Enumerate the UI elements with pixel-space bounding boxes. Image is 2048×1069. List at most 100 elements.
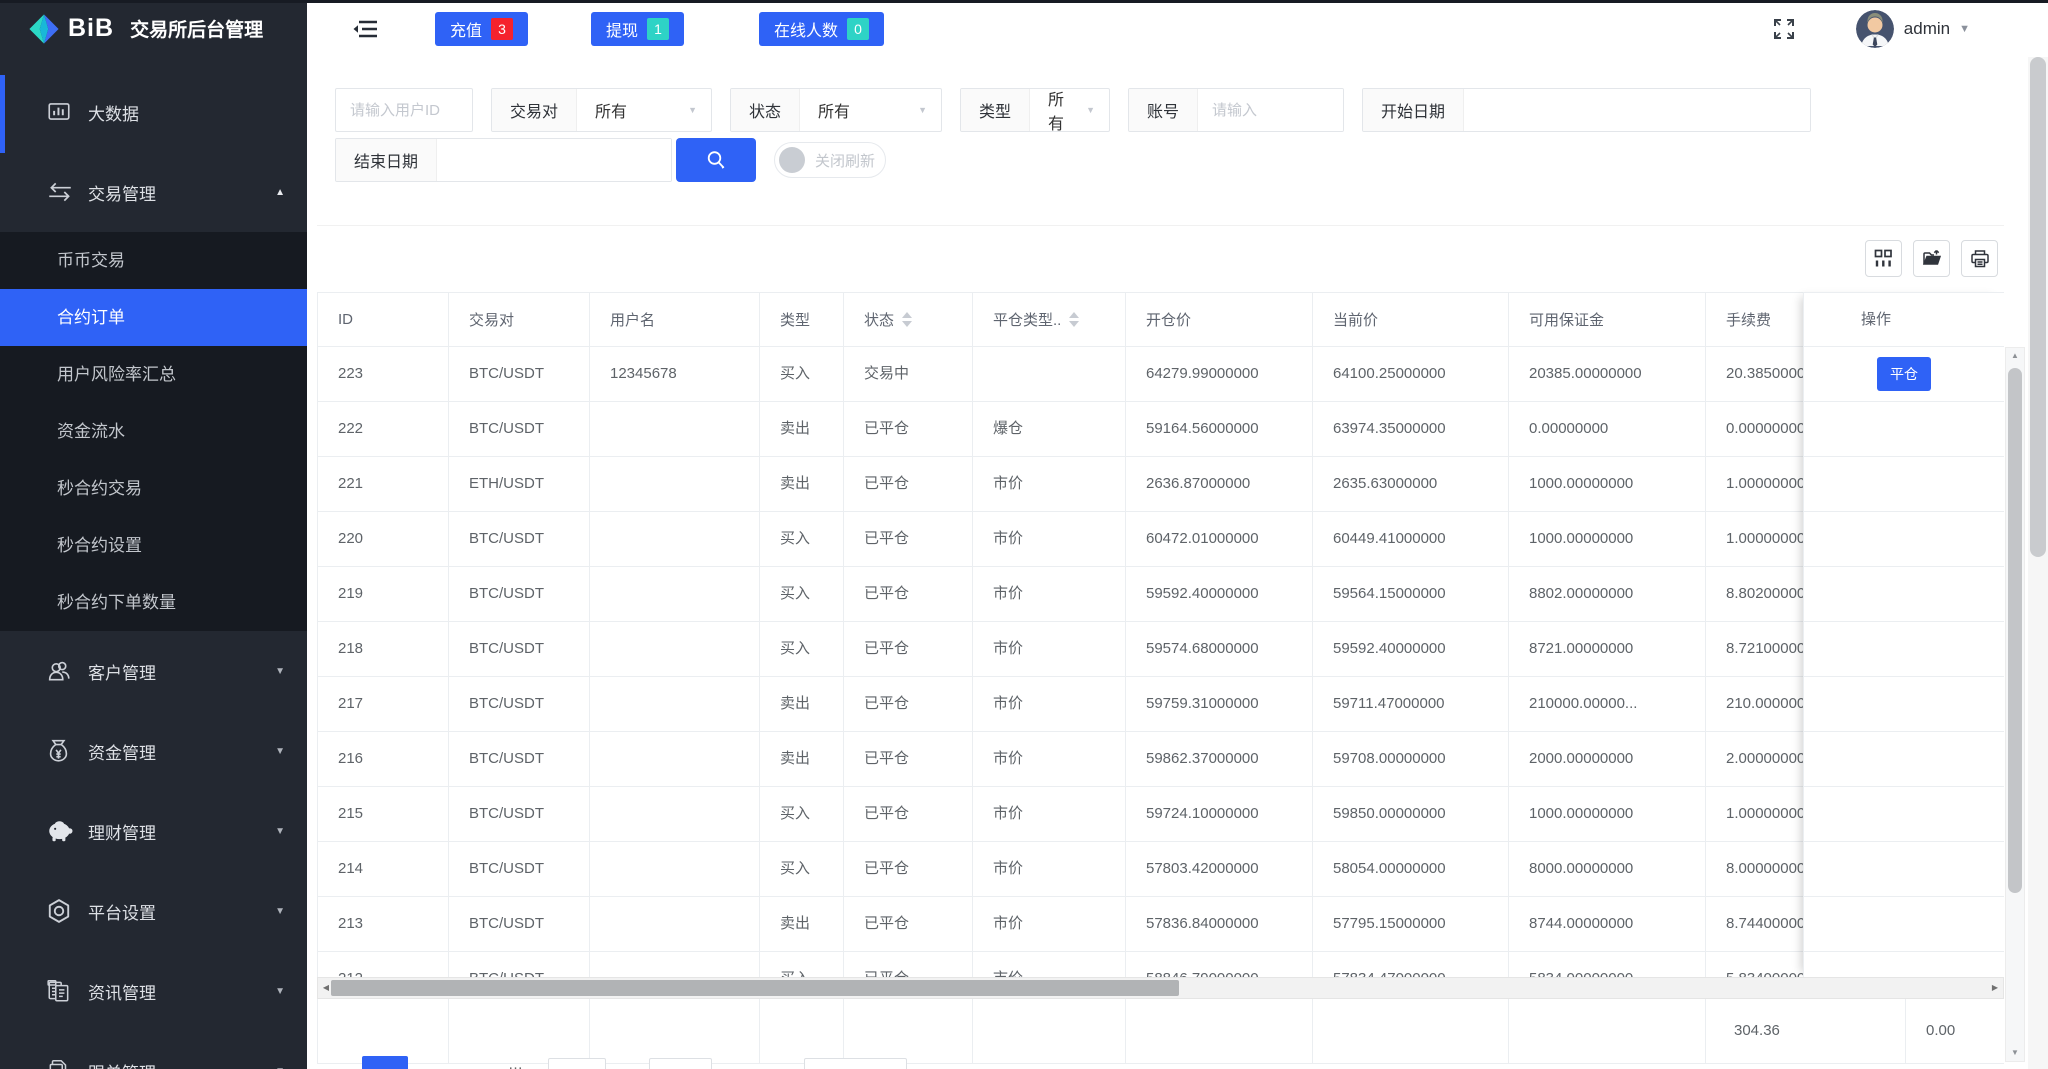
sort-icon[interactable] — [1069, 312, 1080, 327]
page-scrollbar[interactable] — [2028, 57, 2048, 1069]
cell-open_price: 59592.40000000 — [1126, 567, 1313, 621]
submenu-item-second-contract-settings[interactable]: 秒合约设置 — [0, 517, 307, 574]
online-users-button[interactable]: 在线人数 0 — [759, 11, 885, 46]
cell-current_price: 63974.35000000 — [1313, 402, 1509, 456]
orders-table: ID 交易对 用户名 类型 状态 平仓类型.. 开仓价 当前价 可用保证金 手续费 223 BTC/… — [317, 292, 2004, 1069]
refresh-toggle[interactable]: 关闭刷新 — [774, 142, 886, 178]
fullscreen-icon[interactable] — [1772, 17, 1796, 41]
type-filter-select[interactable]: 所有 ▼ — [1030, 89, 1109, 131]
sidebar-item-customer-management[interactable]: 客户管理 ▼ — [0, 631, 307, 711]
table-header-row: ID 交易对 用户名 类型 状态 平仓类型.. 开仓价 当前价 可用保证金 手续费 — [317, 292, 2004, 347]
export-button[interactable] — [1913, 240, 1950, 277]
status-filter-select[interactable]: 所有 ▼ — [800, 89, 941, 131]
cell-close_type — [973, 347, 1126, 401]
col-header-close_type[interactable]: 平仓类型.. — [973, 293, 1126, 346]
scroll-right-icon[interactable]: ▶ — [1987, 978, 2003, 998]
withdraw-button[interactable]: 提现 1 — [591, 11, 685, 46]
cell-margin: 5834.00000000 — [1509, 952, 1706, 977]
submenu-item-user-risk[interactable]: 用户风险率汇总 — [0, 346, 307, 403]
chevron-down-icon: ▼ — [1959, 22, 1970, 35]
sort-icon[interactable] — [902, 312, 913, 327]
sidebar-item-platform-settings[interactable]: 平台设置 ▼ — [0, 871, 307, 951]
submenu-item-second-contract-order-qty[interactable]: 秒合约下单数量 — [0, 574, 307, 631]
cell-pair: BTC/USDT — [449, 897, 590, 951]
cell-margin: 1000.00000000 — [1509, 457, 1706, 511]
start-date-filter: 开始日期 — [1362, 88, 1811, 132]
cell-type: 卖出 — [760, 677, 844, 731]
cell-open_price: 60472.01000000 — [1126, 512, 1313, 566]
cell-status: 已平仓 — [844, 732, 973, 786]
scroll-up-icon[interactable]: ▲ — [2006, 348, 2024, 364]
print-button[interactable] — [1961, 240, 1998, 277]
start-date-input[interactable] — [1464, 89, 1810, 131]
pagination-ellipsis: … — [508, 1056, 523, 1069]
cell-username — [590, 952, 760, 977]
sidebar-item-copy-trade-management[interactable]: 跟单管理 ▼ — [0, 1031, 307, 1069]
submenu-item-spot-trade[interactable]: 币币交易 — [0, 232, 307, 289]
cell-id: 213 — [318, 897, 449, 951]
account-input[interactable] — [1198, 89, 1343, 131]
cell-id: 222 — [318, 402, 449, 456]
pair-filter-select[interactable]: 所有 ▼ — [577, 89, 711, 131]
col-header-open_price: 开仓价 — [1126, 293, 1313, 346]
cell-username — [590, 512, 760, 566]
sidebar-item-label: 客户管理 — [88, 663, 156, 683]
close-position-button[interactable]: 平仓 — [1877, 357, 1931, 391]
action-cell — [1804, 732, 2004, 787]
table-vertical-scrollbar[interactable]: ▲ ▼ — [2005, 347, 2025, 1062]
cell-id: 212 — [318, 952, 449, 977]
table-row: 216 BTC/USDT 卖出 已平仓 市价 59862.37000000 59708.00… — [317, 732, 2004, 787]
sidebar-item-label: 资讯管理 — [88, 983, 156, 1003]
current-page-button[interactable] — [362, 1056, 408, 1069]
table-row: 212BTC/USDT 买入已平仓市价58846.7900000057834.47… — [317, 952, 2004, 977]
end-date-filter: 结束日期 — [335, 138, 672, 182]
submenu-item-second-contract-trade[interactable]: 秒合约交易 — [0, 460, 307, 517]
recharge-label: 充值 — [450, 22, 483, 40]
table-row: 217 BTC/USDT 卖出 已平仓 市价 59759.31000000 59711.47… — [317, 677, 2004, 732]
sidebar-item-wealth-management[interactable]: 理财管理 ▼ — [0, 791, 307, 871]
end-date-input[interactable] — [437, 139, 671, 181]
sidebar-item-fund-management[interactable]: 资金管理 ▼ — [0, 711, 307, 791]
sidebar-item-bigdata[interactable]: 大数据 — [0, 72, 307, 152]
cell-id: 214 — [318, 842, 449, 896]
online-users-label: 在线人数 — [774, 22, 839, 40]
search-button[interactable] — [676, 138, 756, 182]
avatar[interactable] — [1855, 9, 1894, 48]
table-row: 215 BTC/USDT 买入 已平仓 市价 59724.10000000 59850.00… — [317, 787, 2004, 842]
horizontal-scrollbar[interactable]: ◀ ▶ — [317, 977, 2004, 999]
menu-fold-icon[interactable] — [352, 18, 378, 40]
cell-current_price: 59592.40000000 — [1313, 622, 1509, 676]
account-filter: 账号 — [1128, 88, 1344, 132]
app-root: BiB 交易所后台管理 大数据 交易管理 ▲ 币币交易 合约订单 用户风险率汇总… — [0, 0, 2048, 1069]
h-scroll-thumb[interactable] — [331, 980, 1179, 996]
col-header-status[interactable]: 状态 — [844, 293, 973, 346]
recharge-button[interactable]: 充值 3 — [435, 11, 529, 46]
submenu-item-contract-orders[interactable]: 合约订单 — [0, 289, 307, 346]
sidebar-item-trade-management[interactable]: 交易管理 ▲ — [0, 152, 307, 232]
user-menu[interactable]: admin ▼ — [1904, 19, 1970, 39]
page-scroll-thumb[interactable] — [2030, 57, 2046, 557]
page-size-select[interactable] — [804, 1058, 907, 1069]
table-row: 213 BTC/USDT 卖出 已平仓 市价 57836.84000000 57795.15… — [317, 897, 2004, 952]
page-confirm-button[interactable] — [649, 1058, 712, 1069]
logo-gem-icon — [27, 12, 61, 46]
action-cell — [1804, 787, 2004, 842]
app-title: 交易所后台管理 — [130, 20, 264, 41]
user-id-input[interactable] — [335, 88, 473, 132]
scroll-down-icon[interactable]: ▼ — [2006, 1045, 2024, 1061]
withdraw-label: 提现 — [606, 22, 639, 40]
cell-margin: 0.00000000 — [1509, 402, 1706, 456]
cell-status: 已平仓 — [844, 512, 973, 566]
cell-status: 已平仓 — [844, 677, 973, 731]
col-header-margin: 可用保证金 — [1509, 293, 1706, 346]
v-scroll-thumb[interactable] — [2008, 368, 2022, 893]
cell-pair: BTC/USDT — [449, 402, 590, 456]
chevron-down-icon: ▼ — [275, 905, 285, 917]
pair-filter-value: 所有 — [595, 104, 628, 121]
page-jump-input[interactable] — [548, 1058, 606, 1069]
submenu-item-fund-flow[interactable]: 资金流水 — [0, 403, 307, 460]
columns-button[interactable] — [1865, 240, 1902, 277]
action-cell — [1804, 402, 2004, 457]
sidebar-item-news-management[interactable]: 资讯管理 ▼ — [0, 951, 307, 1031]
chevron-up-icon: ▲ — [275, 186, 285, 198]
